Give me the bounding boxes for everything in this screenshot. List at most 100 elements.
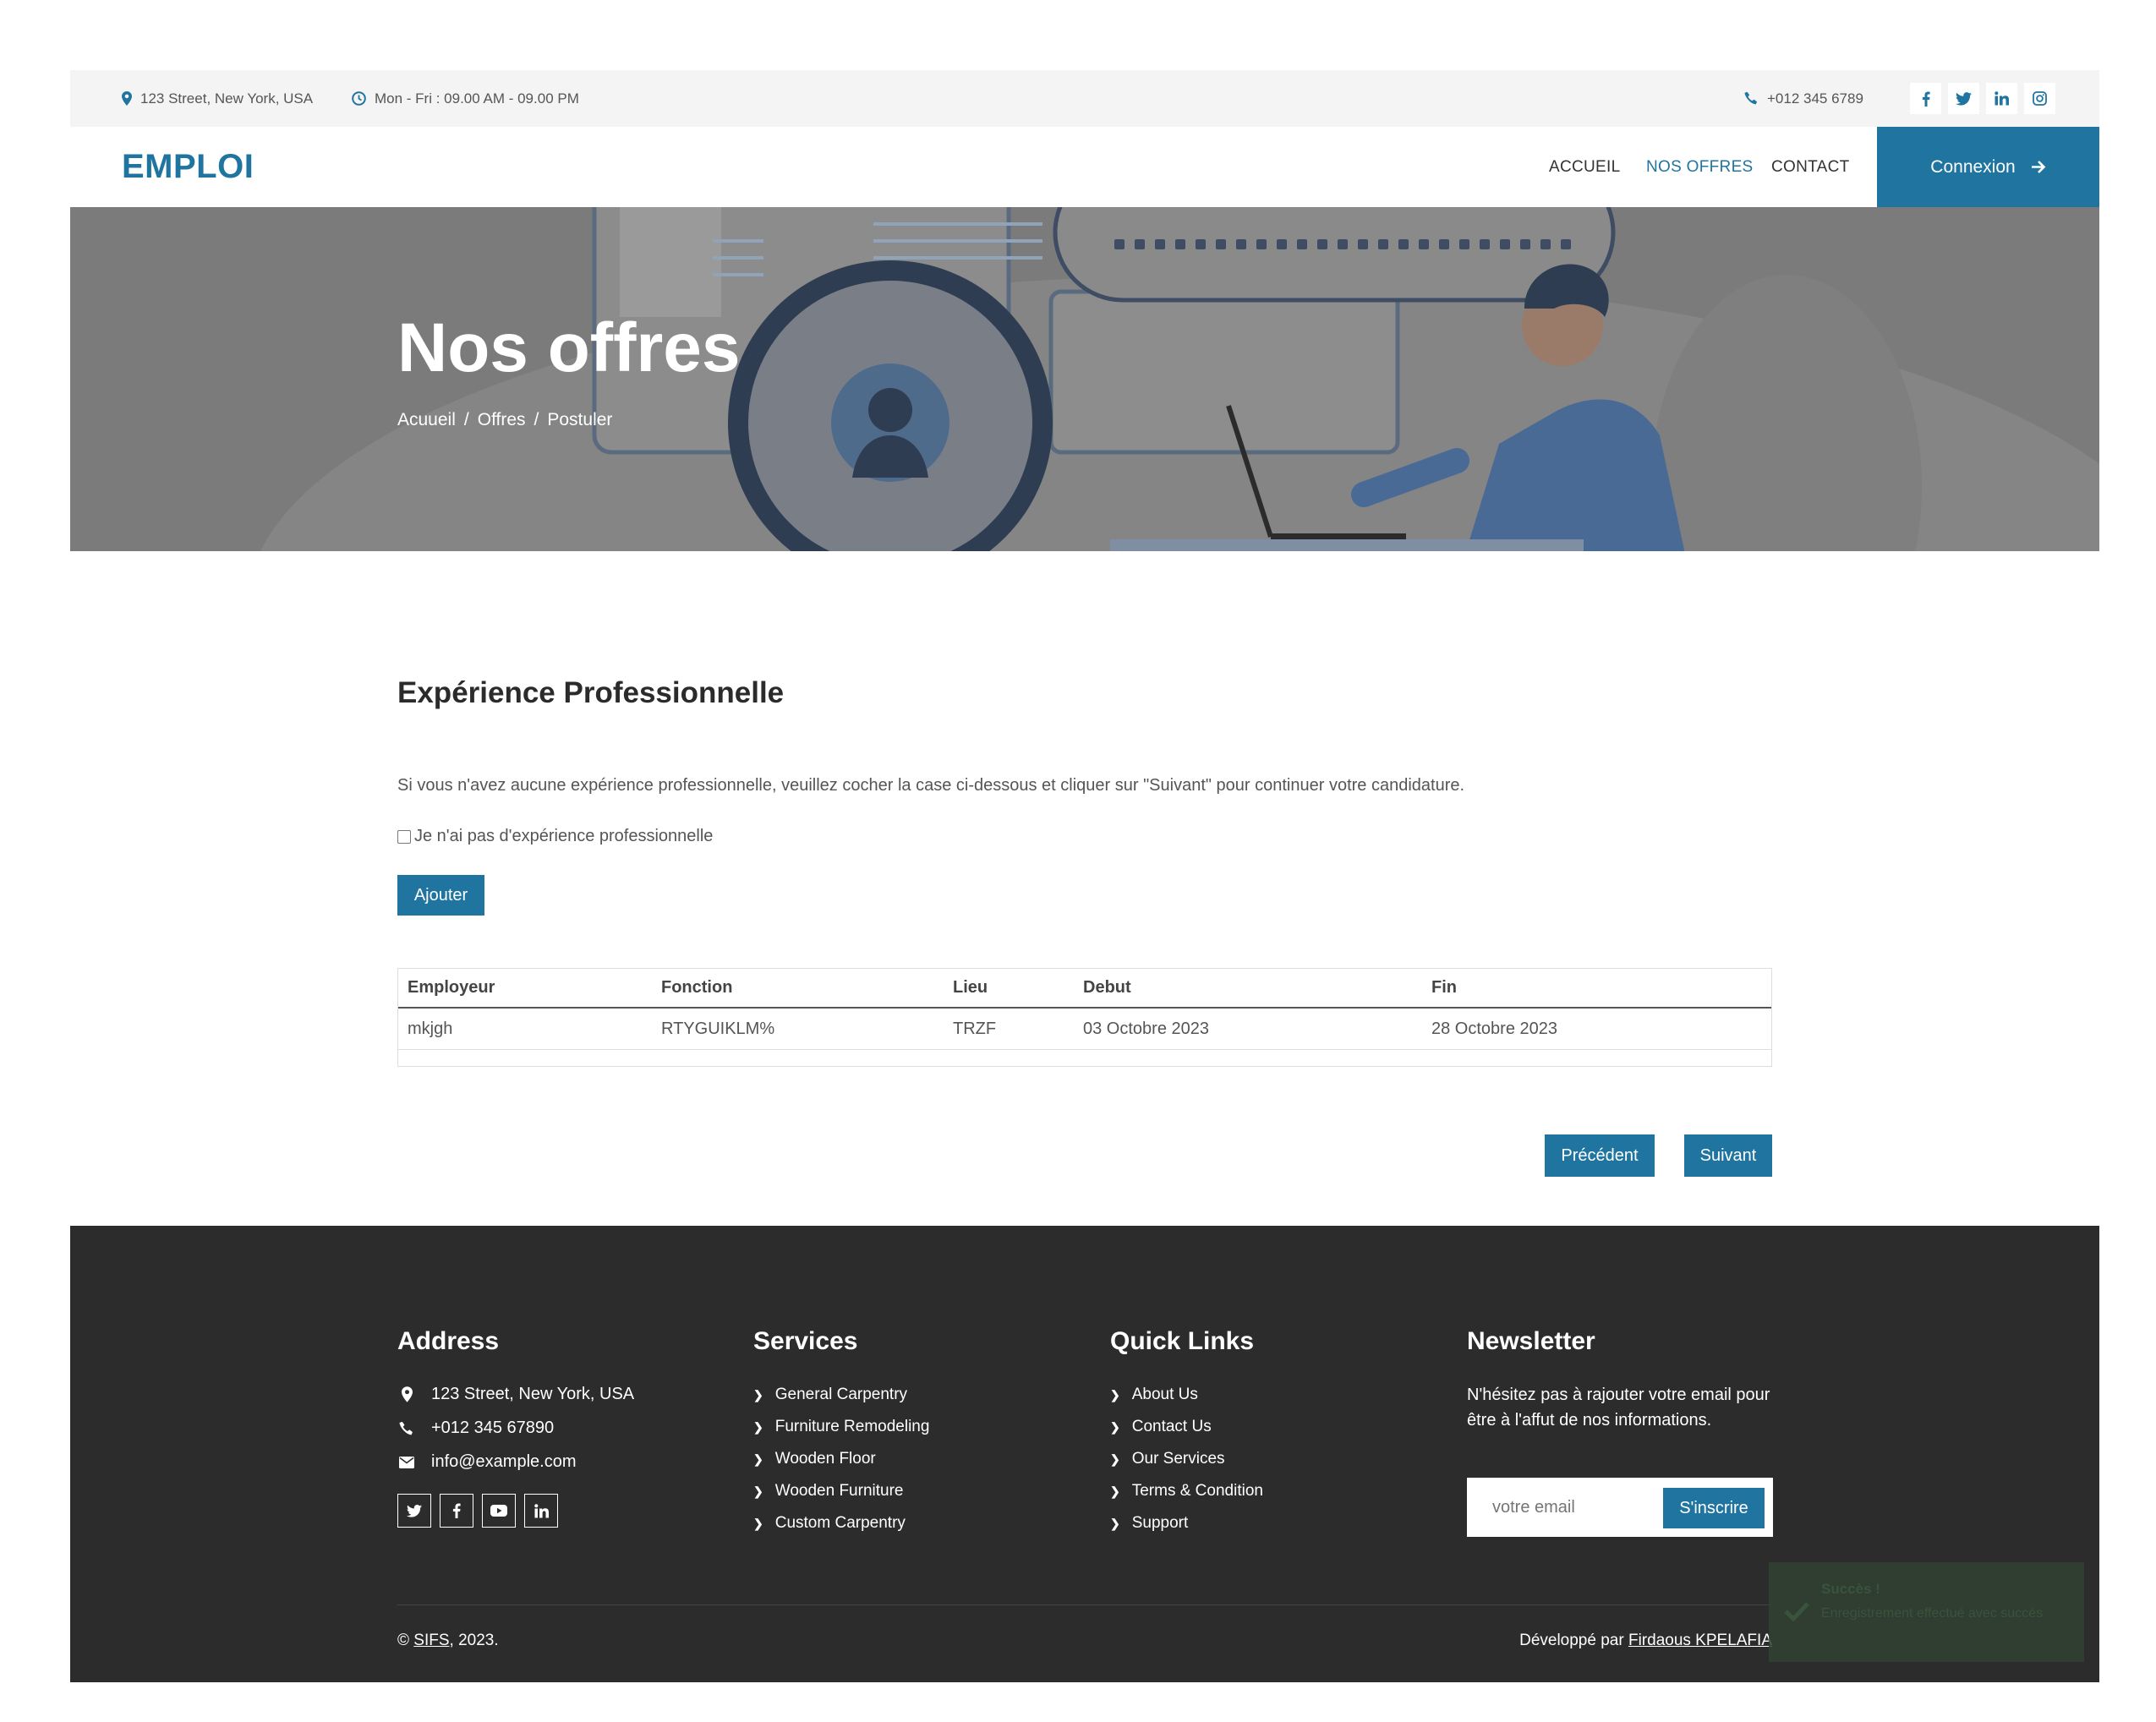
instagram-icon [2033, 91, 2047, 106]
chevron-right-icon: ❯ [1110, 1419, 1120, 1434]
next-button[interactable]: Suivant [1684, 1134, 1772, 1177]
no-experience-checkbox[interactable] [397, 829, 411, 844]
hero-illustration [260, 207, 2099, 551]
experience-table: Employeur Fonction Lieu Debut Fin mkjgh … [397, 968, 1772, 1067]
developer-prefix: Développé par [1519, 1632, 1624, 1649]
instructions-text: Si vous n'avez aucune expérience profess… [397, 776, 1465, 795]
twitter-icon [1956, 91, 1972, 106]
footer-email: info@example.com [397, 1452, 576, 1472]
cell-fin: 28 Octobre 2023 [1431, 1019, 1557, 1038]
topbar-address: 123 Street, New York, USA [122, 70, 313, 127]
footer-quick-link[interactable]: ❯ Our Services [1110, 1450, 1225, 1468]
footer-quick-link[interactable]: ❯ About Us [1110, 1386, 1198, 1404]
footer-street: 123 Street, New York, USA [397, 1385, 634, 1404]
table-header: Employeur Fonction Lieu Debut Fin [398, 969, 1771, 1009]
linkedin-icon [534, 1503, 549, 1517]
table-row[interactable]: mkjgh RTYGUIKLM% TRZF 03 Octobre 2023 28… [398, 1009, 1771, 1050]
success-toast[interactable]: Succès ! Enregistrement effectué avec su… [1769, 1562, 2084, 1662]
copyright-link[interactable]: SIFS [413, 1632, 449, 1649]
add-experience-button[interactable]: Ajouter [397, 875, 484, 916]
nav-link-accueil[interactable]: ACCUEIL [1549, 127, 1620, 207]
checkmark-icon [1784, 1602, 1809, 1621]
clock-icon [352, 91, 366, 106]
footer-service-label: General Carpentry [774, 1386, 908, 1403]
copyright-year: , 2023. [449, 1632, 499, 1649]
instagram-link[interactable] [2024, 83, 2055, 114]
facebook-icon [452, 1503, 461, 1518]
breadcrumb-separator: / [534, 410, 539, 429]
footer-service-link[interactable]: ❯ Wooden Floor [753, 1450, 876, 1468]
footer-quick-link-label: About Us [1131, 1386, 1198, 1403]
footer-address-title: Address [397, 1327, 500, 1355]
chevron-right-icon: ❯ [753, 1516, 763, 1530]
no-experience-checkbox-row[interactable]: Je n'ai pas d'expérience professionnelle [397, 827, 713, 846]
footer-service-link[interactable]: ❯ Wooden Furniture [753, 1482, 903, 1501]
toast-title: Succès ! [1821, 1581, 1880, 1597]
cell-fonction: RTYGUIKLM% [661, 1019, 775, 1038]
footer-service-label: Furniture Remodeling [774, 1418, 930, 1435]
chevron-right-icon: ❯ [753, 1387, 763, 1402]
linkedin-link[interactable] [1986, 83, 2017, 114]
login-button-label: Connexion [1930, 156, 2016, 177]
top-bar: 123 Street, New York, USA Mon - Fri : 09… [70, 70, 2099, 127]
developer-link[interactable]: Firdaous KPELAFIA [1628, 1632, 1772, 1649]
cell-lieu: TRZF [953, 1019, 997, 1038]
footer-youtube-link[interactable] [482, 1494, 516, 1528]
phone-icon [1744, 91, 1757, 105]
footer-phone: +012 345 67890 [397, 1419, 554, 1438]
footer-services-title: Services [753, 1327, 858, 1355]
nav-link-contact[interactable]: CONTACT [1771, 127, 1850, 207]
breadcrumb-separator: / [463, 410, 469, 429]
section-heading: Expérience Professionnelle [397, 676, 785, 709]
footer-street-text: 123 Street, New York, USA [431, 1385, 635, 1403]
footer-quicklinks-title: Quick Links [1110, 1327, 1255, 1355]
previous-button[interactable]: Précédent [1545, 1134, 1655, 1177]
footer-service-label: Wooden Floor [774, 1450, 876, 1468]
subscribe-button[interactable]: S'inscrire [1663, 1488, 1765, 1528]
brand-logo[interactable]: EMPLOI [122, 127, 254, 207]
col-employeur: Employeur [408, 978, 495, 997]
footer-service-link[interactable]: ❯ General Carpentry [753, 1386, 907, 1404]
footer-newsletter-title: Newsletter [1467, 1327, 1595, 1355]
footer-quick-link[interactable]: ❯ Contact Us [1110, 1418, 1212, 1436]
footer-service-link[interactable]: ❯ Custom Carpentry [753, 1514, 906, 1533]
col-fin: Fin [1431, 978, 1457, 997]
youtube-icon [490, 1505, 507, 1517]
breadcrumb-home[interactable]: Acuueil [397, 410, 456, 429]
linkedin-icon [1995, 91, 2009, 106]
nav-link-nos-offres[interactable]: NOS OFFRES [1646, 127, 1754, 207]
footer-quick-link[interactable]: ❯ Support [1110, 1514, 1188, 1533]
footer-divider [397, 1604, 1772, 1605]
footer-quick-link-label: Terms & Condition [1131, 1482, 1263, 1500]
hero-banner: Nos offres Acuueil / Offres / Postuler [70, 207, 2099, 551]
footer-quick-link[interactable]: ❯ Terms & Condition [1110, 1482, 1263, 1501]
footer-quick-link-label: Contact Us [1131, 1418, 1212, 1435]
chevron-right-icon: ❯ [1110, 1387, 1120, 1402]
footer-linkedin-link[interactable] [524, 1494, 558, 1528]
breadcrumb: Acuueil / Offres / Postuler [397, 410, 612, 430]
map-marker-icon [122, 91, 132, 106]
page-title: Nos offres [397, 309, 741, 386]
topbar-hours-text: Mon - Fri : 09.00 AM - 09.00 PM [375, 90, 579, 107]
breadcrumb-offres[interactable]: Offres [478, 410, 526, 429]
newsletter-email-input[interactable] [1492, 1478, 1644, 1537]
footer-facebook-link[interactable] [440, 1494, 473, 1528]
main-navbar: EMPLOI ACCUEIL NOS OFFRES CONTACT Connex… [70, 127, 2099, 207]
login-button[interactable]: Connexion [1877, 127, 2099, 207]
map-marker-icon [401, 1386, 413, 1402]
developer-credit: Développé par Firdaous KPELAFIA [1519, 1632, 1772, 1650]
facebook-link[interactable] [1910, 83, 1941, 114]
footer-quick-link-label: Support [1131, 1514, 1189, 1532]
copyright: © SIFS, 2023. [397, 1632, 499, 1650]
footer-email-text: info@example.com [431, 1452, 577, 1471]
footer-quick-link-label: Our Services [1131, 1450, 1225, 1468]
footer-service-link[interactable]: ❯ Furniture Remodeling [753, 1418, 929, 1436]
footer-twitter-link[interactable] [397, 1494, 431, 1528]
breadcrumb-postuler: Postuler [547, 410, 613, 429]
twitter-link[interactable] [1948, 83, 1979, 114]
topbar-address-text: 123 Street, New York, USA [140, 90, 314, 107]
topbar-phone: +012 345 6789 [1744, 70, 1863, 127]
footer-service-label: Custom Carpentry [774, 1514, 906, 1532]
copyright-symbol: © [397, 1632, 409, 1649]
col-lieu: Lieu [953, 978, 988, 997]
